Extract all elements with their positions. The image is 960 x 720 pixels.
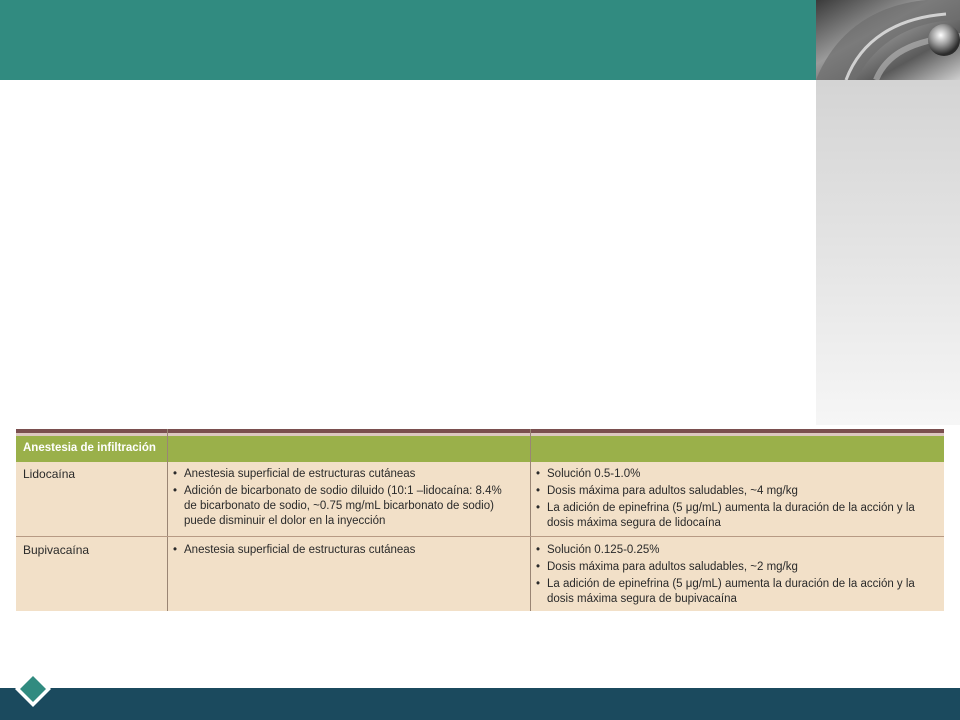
top-header-bar — [0, 0, 816, 80]
list-item: La adición de epinefrina (5 μg/mL) aumen… — [534, 501, 934, 531]
diamond-logo-icon — [14, 670, 52, 708]
list-item: La adición de epinefrina (5 μg/mL) aumen… — [534, 577, 934, 607]
list-item: Dosis máxima para adultos saludables, ~4… — [534, 484, 934, 499]
drug-name-bupivacaine: Bupivacaína — [23, 543, 90, 557]
list-item: Anestesia superficial de estructuras cut… — [171, 467, 511, 482]
list-item: Anestesia superficial de estructuras cut… — [171, 543, 511, 558]
side-gray-panel — [816, 80, 960, 425]
row-divider — [16, 536, 944, 537]
section-title: Anestesia de infiltración — [23, 442, 156, 454]
section-header-row: Anestesia de infiltración — [16, 436, 944, 462]
column-divider — [167, 429, 168, 611]
uses-list-lidocaine: Anestesia superficial de estructuras cut… — [171, 467, 511, 531]
list-item: Adición de bicarbonato de sodio diluido … — [171, 484, 511, 529]
list-item: Solución 0.125-0.25% — [534, 543, 934, 558]
column-divider — [530, 429, 531, 611]
list-item: Dosis máxima para adultos saludables, ~2… — [534, 560, 934, 575]
metallic-corner-image — [816, 0, 960, 80]
uses-list-bupivacaine: Anestesia superficial de estructuras cut… — [171, 543, 511, 560]
bottom-footer-bar — [0, 688, 960, 720]
notes-list-bupivacaine: Solución 0.125-0.25% Dosis máxima para a… — [534, 543, 934, 609]
anesthesia-table: Anestesia de infiltración Lidocaína Anes… — [16, 429, 944, 611]
notes-list-lidocaine: Solución 0.5-1.0% Dosis máxima para adul… — [534, 467, 934, 533]
list-item: Solución 0.5-1.0% — [534, 467, 934, 482]
drug-name-lidocaine: Lidocaína — [23, 467, 76, 481]
